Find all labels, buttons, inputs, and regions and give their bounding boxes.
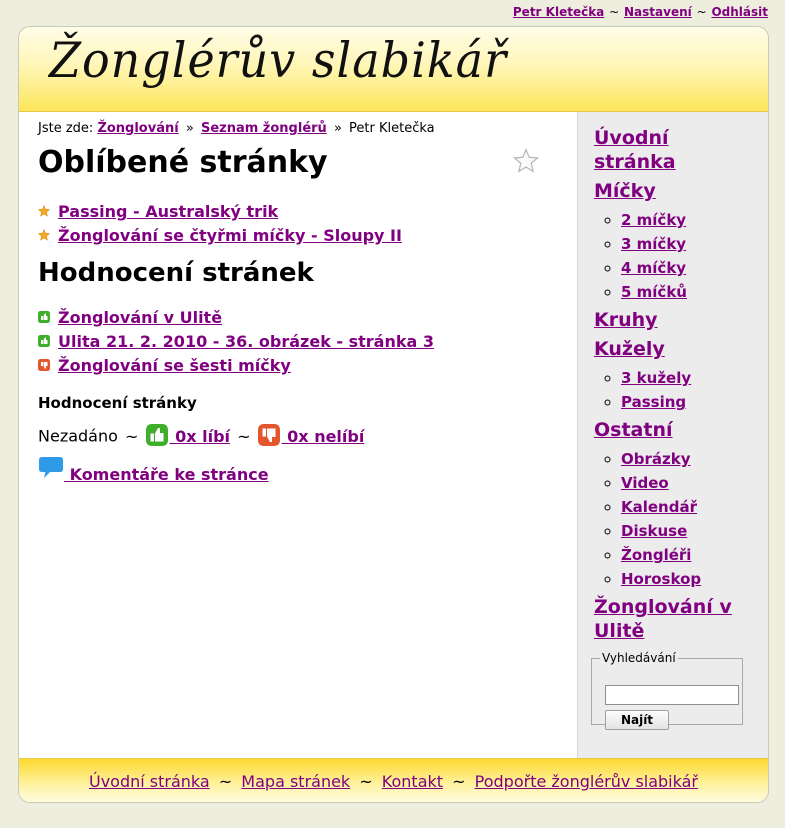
- ratings-list: Žonglování v Ulitě Ulita 21. 2. 2010 - 3…: [38, 306, 434, 378]
- speech-bubble-icon: [39, 457, 63, 478]
- footer-link-support[interactable]: Podpořte žonglérův slabikář: [475, 772, 698, 791]
- search-legend: Vyhledávání: [602, 651, 676, 665]
- sidebar-item-ulita[interactable]: Žonglování v Ulitě: [594, 595, 749, 643]
- breadcrumb: Jste zde: Žonglování » Seznam žonglérů »…: [38, 121, 435, 136]
- sidebar-item-video[interactable]: Video: [621, 474, 669, 492]
- thumbs-up-icon: [145, 424, 168, 446]
- sidebar-item-4-balls[interactable]: 4 míčky: [621, 259, 686, 277]
- rated-page-link[interactable]: Ulita 21. 2. 2010 - 36. obrázek - stránk…: [58, 332, 434, 351]
- separator: ~: [359, 772, 373, 791]
- sidebar-subitem: Žongléři: [621, 543, 749, 567]
- favorite-link[interactable]: Žonglování se čtyřmi míčky - Sloupy II: [58, 226, 402, 245]
- sidebar-item-other[interactable]: Ostatní: [594, 418, 749, 442]
- sidebar-subitem: Obrázky: [621, 447, 749, 471]
- dislike-button[interactable]: 0x nelíbí: [257, 424, 365, 446]
- dislike-count: 0x nelíbí: [281, 426, 365, 446]
- sidebar-sublist-clubs: 3 kužely Passing: [594, 366, 749, 414]
- breadcrumb-link-jugglers[interactable]: Seznam žonglérů: [201, 121, 327, 136]
- sidebar-item-calendar[interactable]: Kalendář: [621, 498, 697, 516]
- rated-page-link[interactable]: Žonglování se šesti míčky: [58, 356, 291, 375]
- ratings-title: Hodnocení stránek: [38, 258, 314, 288]
- list-item: Žonglování v Ulitě: [38, 306, 434, 330]
- sidebar-sublist-balls: 2 míčky 3 míčky 4 míčky 5 míčků: [594, 208, 749, 304]
- vote-row: Nezadáno ~ 0x líbí ~ 0x nelíbí: [38, 424, 365, 448]
- footer-link-contact[interactable]: Kontakt: [382, 772, 443, 791]
- breadcrumb-current: Petr Kletečka: [349, 121, 435, 136]
- search-button[interactable]: Najít: [605, 710, 669, 730]
- page-rating-title: Hodnocení stránky: [38, 394, 197, 412]
- sidebar-item-pictures[interactable]: Obrázky: [621, 450, 691, 468]
- main-content: Jste zde: Žonglování » Seznam žonglérů »…: [19, 112, 577, 758]
- breadcrumb-link-juggling[interactable]: Žonglování: [97, 121, 178, 136]
- sidebar-item-3-balls[interactable]: 3 míčky: [621, 235, 686, 253]
- list-item: Passing - Australský trik: [38, 200, 402, 224]
- site-logo[interactable]: Žonglérův slabikář: [49, 32, 507, 89]
- thumbs-down-icon: [257, 424, 280, 446]
- separator: ~: [218, 772, 233, 791]
- star-outline-icon[interactable]: [513, 148, 539, 174]
- sidebar-subitem: Video: [621, 471, 749, 495]
- user-bar: Petr Kletečka ~ Nastavení ~ Odhlásit: [513, 5, 768, 19]
- site-footer: Úvodní stránka ~ Mapa stránek ~ Kontakt …: [19, 758, 768, 802]
- like-button[interactable]: 0x líbí: [145, 424, 230, 446]
- sidebar-item-passing[interactable]: Passing: [621, 393, 686, 411]
- sidebar-subitem: 2 míčky: [621, 208, 749, 232]
- thumbs-down-icon: [38, 358, 50, 371]
- rating-state: Nezadáno: [38, 426, 118, 446]
- list-item: Žonglování se čtyřmi míčky - Sloupy II: [38, 224, 402, 248]
- favorite-link[interactable]: Passing - Australský trik: [58, 202, 278, 221]
- breadcrumb-label: Jste zde:: [38, 121, 94, 136]
- sidebar-subitem: 3 míčky: [621, 232, 749, 256]
- logout-link[interactable]: Odhlásit: [711, 5, 768, 19]
- sidebar-item-balls[interactable]: Míčky: [594, 179, 749, 203]
- separator: ~: [609, 5, 620, 19]
- sidebar-subitem: 4 míčky: [621, 256, 749, 280]
- sidebar-item-2-balls[interactable]: 2 míčky: [621, 211, 686, 229]
- sidebar-subitem: Passing: [621, 390, 749, 414]
- sidebar-subitem: 5 míčků: [621, 280, 749, 304]
- comments-row: Komentáře ke stránce: [38, 457, 269, 484]
- footer-link-sitemap[interactable]: Mapa stránek: [241, 772, 350, 791]
- sidebar-subitem: Diskuse: [621, 519, 749, 543]
- list-item: Žonglování se šesti míčky: [38, 354, 434, 378]
- sidebar-item-discussion[interactable]: Diskuse: [621, 522, 687, 540]
- sidebar-item-horoscope[interactable]: Horoskop: [621, 570, 701, 588]
- sidebar-item-clubs[interactable]: Kužely: [594, 337, 749, 361]
- footer-link-home[interactable]: Úvodní stránka: [89, 772, 210, 791]
- favorites-title: Oblíbené stránky: [38, 145, 328, 180]
- list-item: Ulita 21. 2. 2010 - 36. obrázek - stránk…: [38, 330, 434, 354]
- sidebar-nav: Úvodní stránka Míčky 2 míčky 3 míčky 4 m…: [594, 126, 749, 648]
- page-wrapper: Žonglérův slabikář Jste zde: Žonglování …: [18, 26, 769, 803]
- separator: ~: [696, 5, 707, 19]
- site-header: Žonglérův slabikář: [19, 27, 768, 112]
- sidebar-subitem: Kalendář: [621, 495, 749, 519]
- sidebar-item-home[interactable]: Úvodní stránka: [594, 126, 749, 174]
- search-input[interactable]: [605, 685, 739, 705]
- separator: ~: [452, 772, 466, 791]
- sidebar-sublist-other: Obrázky Video Kalendář Diskuse Žongléři …: [594, 447, 749, 591]
- sidebar-item-jugglers[interactable]: Žongléři: [621, 546, 691, 564]
- sidebar-subitem: Horoskop: [621, 567, 749, 591]
- comments-link[interactable]: Komentáře ke stránce: [38, 457, 269, 484]
- star-icon: [38, 204, 50, 217]
- sidebar-item-5-balls[interactable]: 5 míčků: [621, 283, 687, 301]
- user-profile-link[interactable]: Petr Kletečka: [513, 5, 604, 19]
- like-count: 0x líbí: [169, 426, 230, 446]
- breadcrumb-separator: »: [185, 121, 194, 136]
- settings-link[interactable]: Nastavení: [624, 5, 692, 19]
- breadcrumb-separator: »: [333, 121, 342, 136]
- thumbs-up-icon: [38, 334, 50, 347]
- search-box: Vyhledávání Najít: [591, 651, 743, 730]
- separator: ~: [237, 426, 251, 446]
- star-icon: [38, 228, 50, 241]
- sidebar-item-rings[interactable]: Kruhy: [594, 308, 749, 332]
- thumbs-up-icon: [38, 310, 50, 323]
- comments-label: Komentáře ke stránce: [64, 465, 269, 484]
- rated-page-link[interactable]: Žonglování v Ulitě: [58, 308, 222, 327]
- separator: ~: [125, 426, 139, 446]
- sidebar: Úvodní stránka Míčky 2 míčky 3 míčky 4 m…: [577, 112, 768, 758]
- sidebar-subitem: 3 kužely: [621, 366, 749, 390]
- sidebar-item-3-clubs[interactable]: 3 kužely: [621, 369, 691, 387]
- favorites-list: Passing - Australský trik Žonglování se …: [38, 200, 402, 248]
